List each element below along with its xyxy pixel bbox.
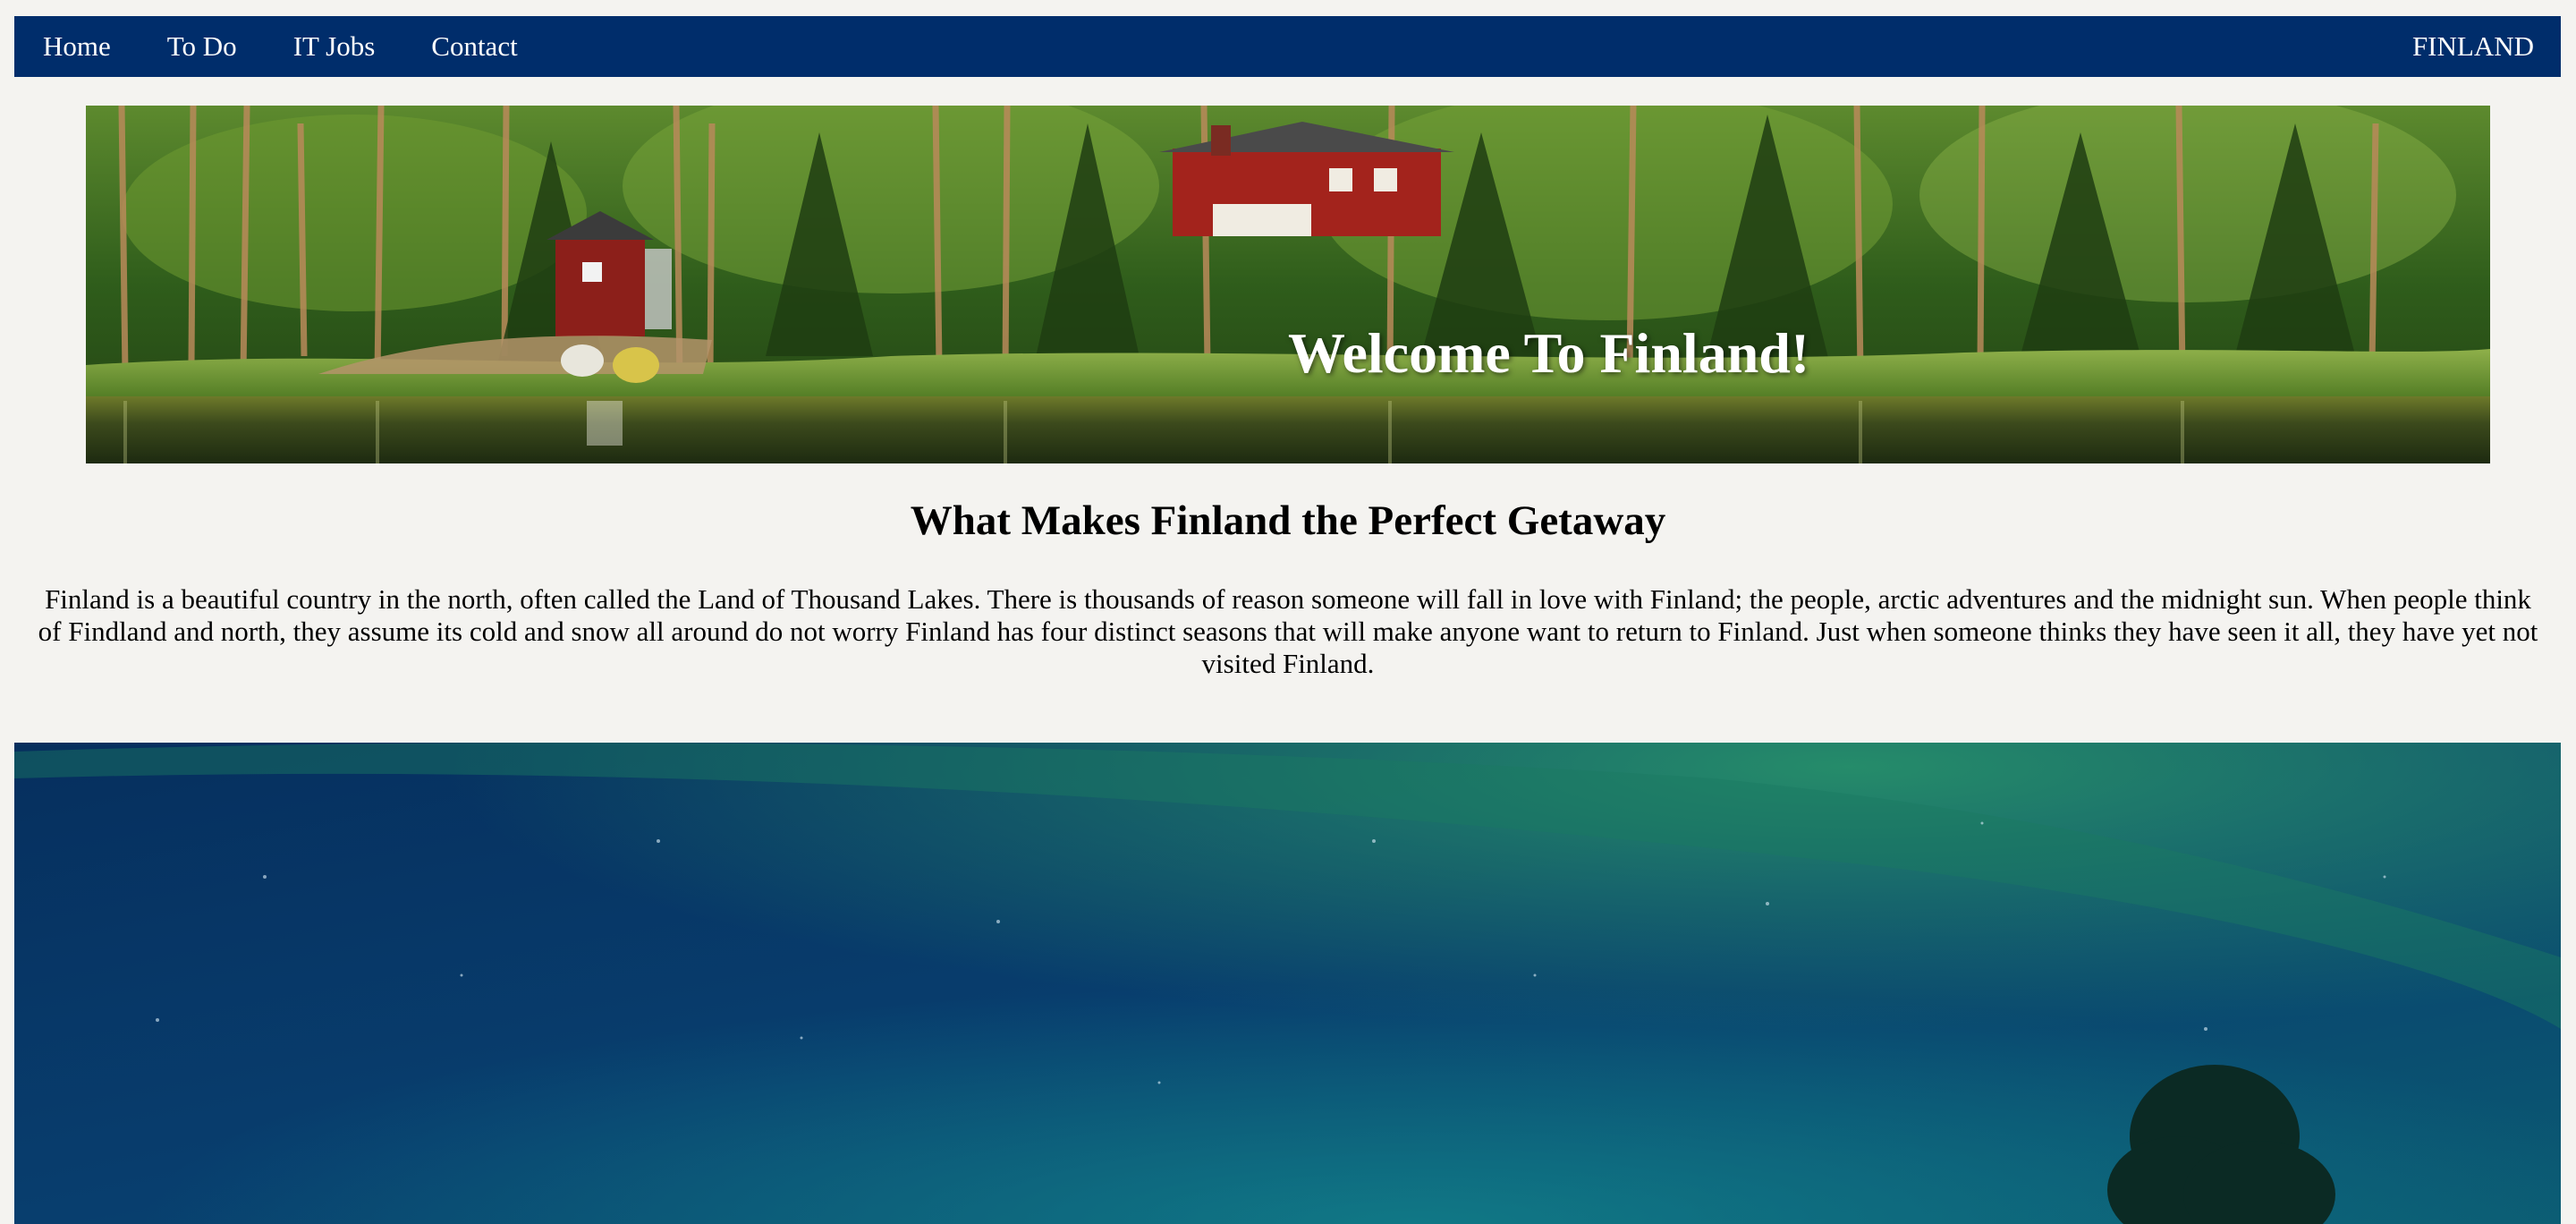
hero-banner: Welcome To Finland! <box>86 106 2490 463</box>
page: Home To Do IT Jobs Contact FINLAND Welco… <box>0 0 2576 1224</box>
hero-lake-cabin-image <box>86 106 2490 463</box>
aurora-banner <box>14 743 2561 1224</box>
nav-link-home[interactable]: Home <box>43 16 111 77</box>
aurora-northern-lights-image <box>14 743 2561 1224</box>
intro-paragraph: Finland is a beautiful country in the no… <box>38 583 2538 679</box>
nav-link-it-jobs[interactable]: IT Jobs <box>293 16 376 77</box>
nav-link-contact[interactable]: Contact <box>431 16 517 77</box>
section-heading: What Makes Finland the Perfect Getaway <box>910 497 1666 544</box>
nav-link-to-do[interactable]: To Do <box>167 16 237 77</box>
nav-links: Home To Do IT Jobs Contact <box>43 16 574 77</box>
hero-title: Welcome To Finland! <box>1288 321 1810 385</box>
site-brand: FINLAND <box>2411 30 2534 62</box>
top-navbar: Home To Do IT Jobs Contact FINLAND <box>14 16 2561 77</box>
